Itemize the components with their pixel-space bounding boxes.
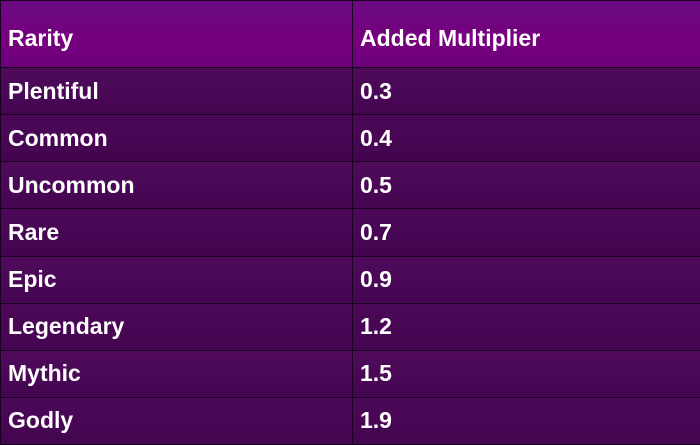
rarity-cell: Common <box>0 114 353 163</box>
header-added-multiplier: Added Multiplier <box>352 0 700 68</box>
header-rarity: Rarity <box>0 0 353 68</box>
rarity-cell: Godly <box>0 396 353 445</box>
rarity-cell: Rare <box>0 208 353 257</box>
rarity-multiplier-table: Rarity Added Multiplier Plentiful 0.3 Co… <box>0 0 700 445</box>
multiplier-cell: 0.7 <box>352 208 700 257</box>
table-row: Plentiful 0.3 <box>0 66 700 116</box>
multiplier-cell: 1.9 <box>352 396 700 445</box>
table-row: Common 0.4 <box>0 114 700 163</box>
multiplier-cell: 0.9 <box>352 255 700 304</box>
table-row: Godly 1.9 <box>0 396 700 445</box>
rarity-cell: Legendary <box>0 302 353 351</box>
rarity-cell: Uncommon <box>0 161 353 210</box>
multiplier-cell: 1.2 <box>352 302 700 351</box>
table-row: Rare 0.7 <box>0 208 700 257</box>
multiplier-cell: 0.5 <box>352 161 700 210</box>
table-row: Legendary 1.2 <box>0 302 700 351</box>
multiplier-cell: 1.5 <box>352 349 700 398</box>
table-row: Mythic 1.5 <box>0 349 700 398</box>
table-row: Epic 0.9 <box>0 255 700 304</box>
table-header-row: Rarity Added Multiplier <box>0 0 700 68</box>
table-row: Uncommon 0.5 <box>0 161 700 210</box>
multiplier-cell: 0.4 <box>352 114 700 163</box>
rarity-cell: Mythic <box>0 349 353 398</box>
rarity-cell: Plentiful <box>0 66 353 116</box>
multiplier-cell: 0.3 <box>352 66 700 116</box>
rarity-cell: Epic <box>0 255 353 304</box>
